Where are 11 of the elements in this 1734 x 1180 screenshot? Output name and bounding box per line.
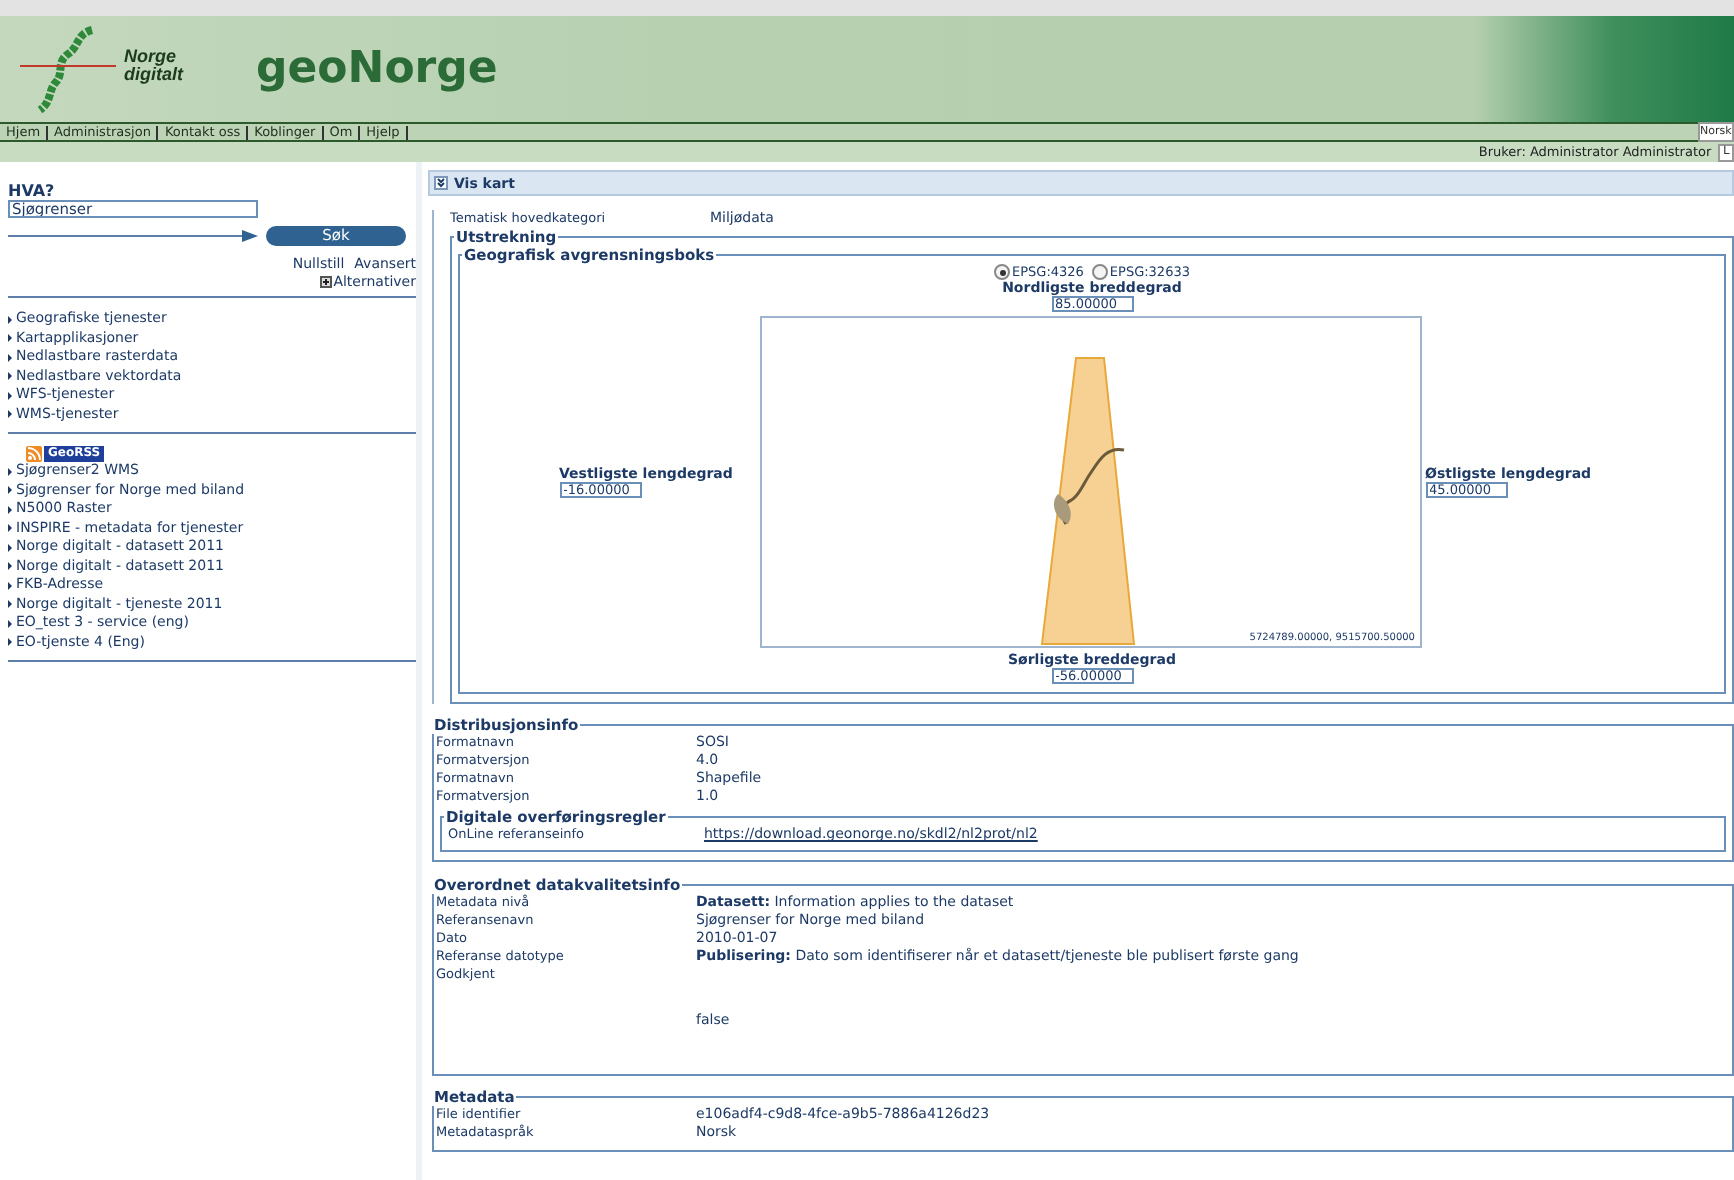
radio-button[interactable]: [994, 264, 1010, 280]
search-label: HVA?: [8, 182, 57, 200]
collapse-icon[interactable]: [434, 176, 448, 190]
site-title: geoNorge: [256, 44, 498, 94]
logo-icon: [20, 21, 120, 117]
logo-text: Norge digitalt: [124, 47, 186, 83]
arrow-icon: [8, 230, 258, 242]
expand-icon: [319, 276, 332, 288]
coastline-drawing: [1052, 447, 1124, 525]
rss-icon: [26, 446, 42, 462]
radio-button[interactable]: [1091, 264, 1108, 280]
